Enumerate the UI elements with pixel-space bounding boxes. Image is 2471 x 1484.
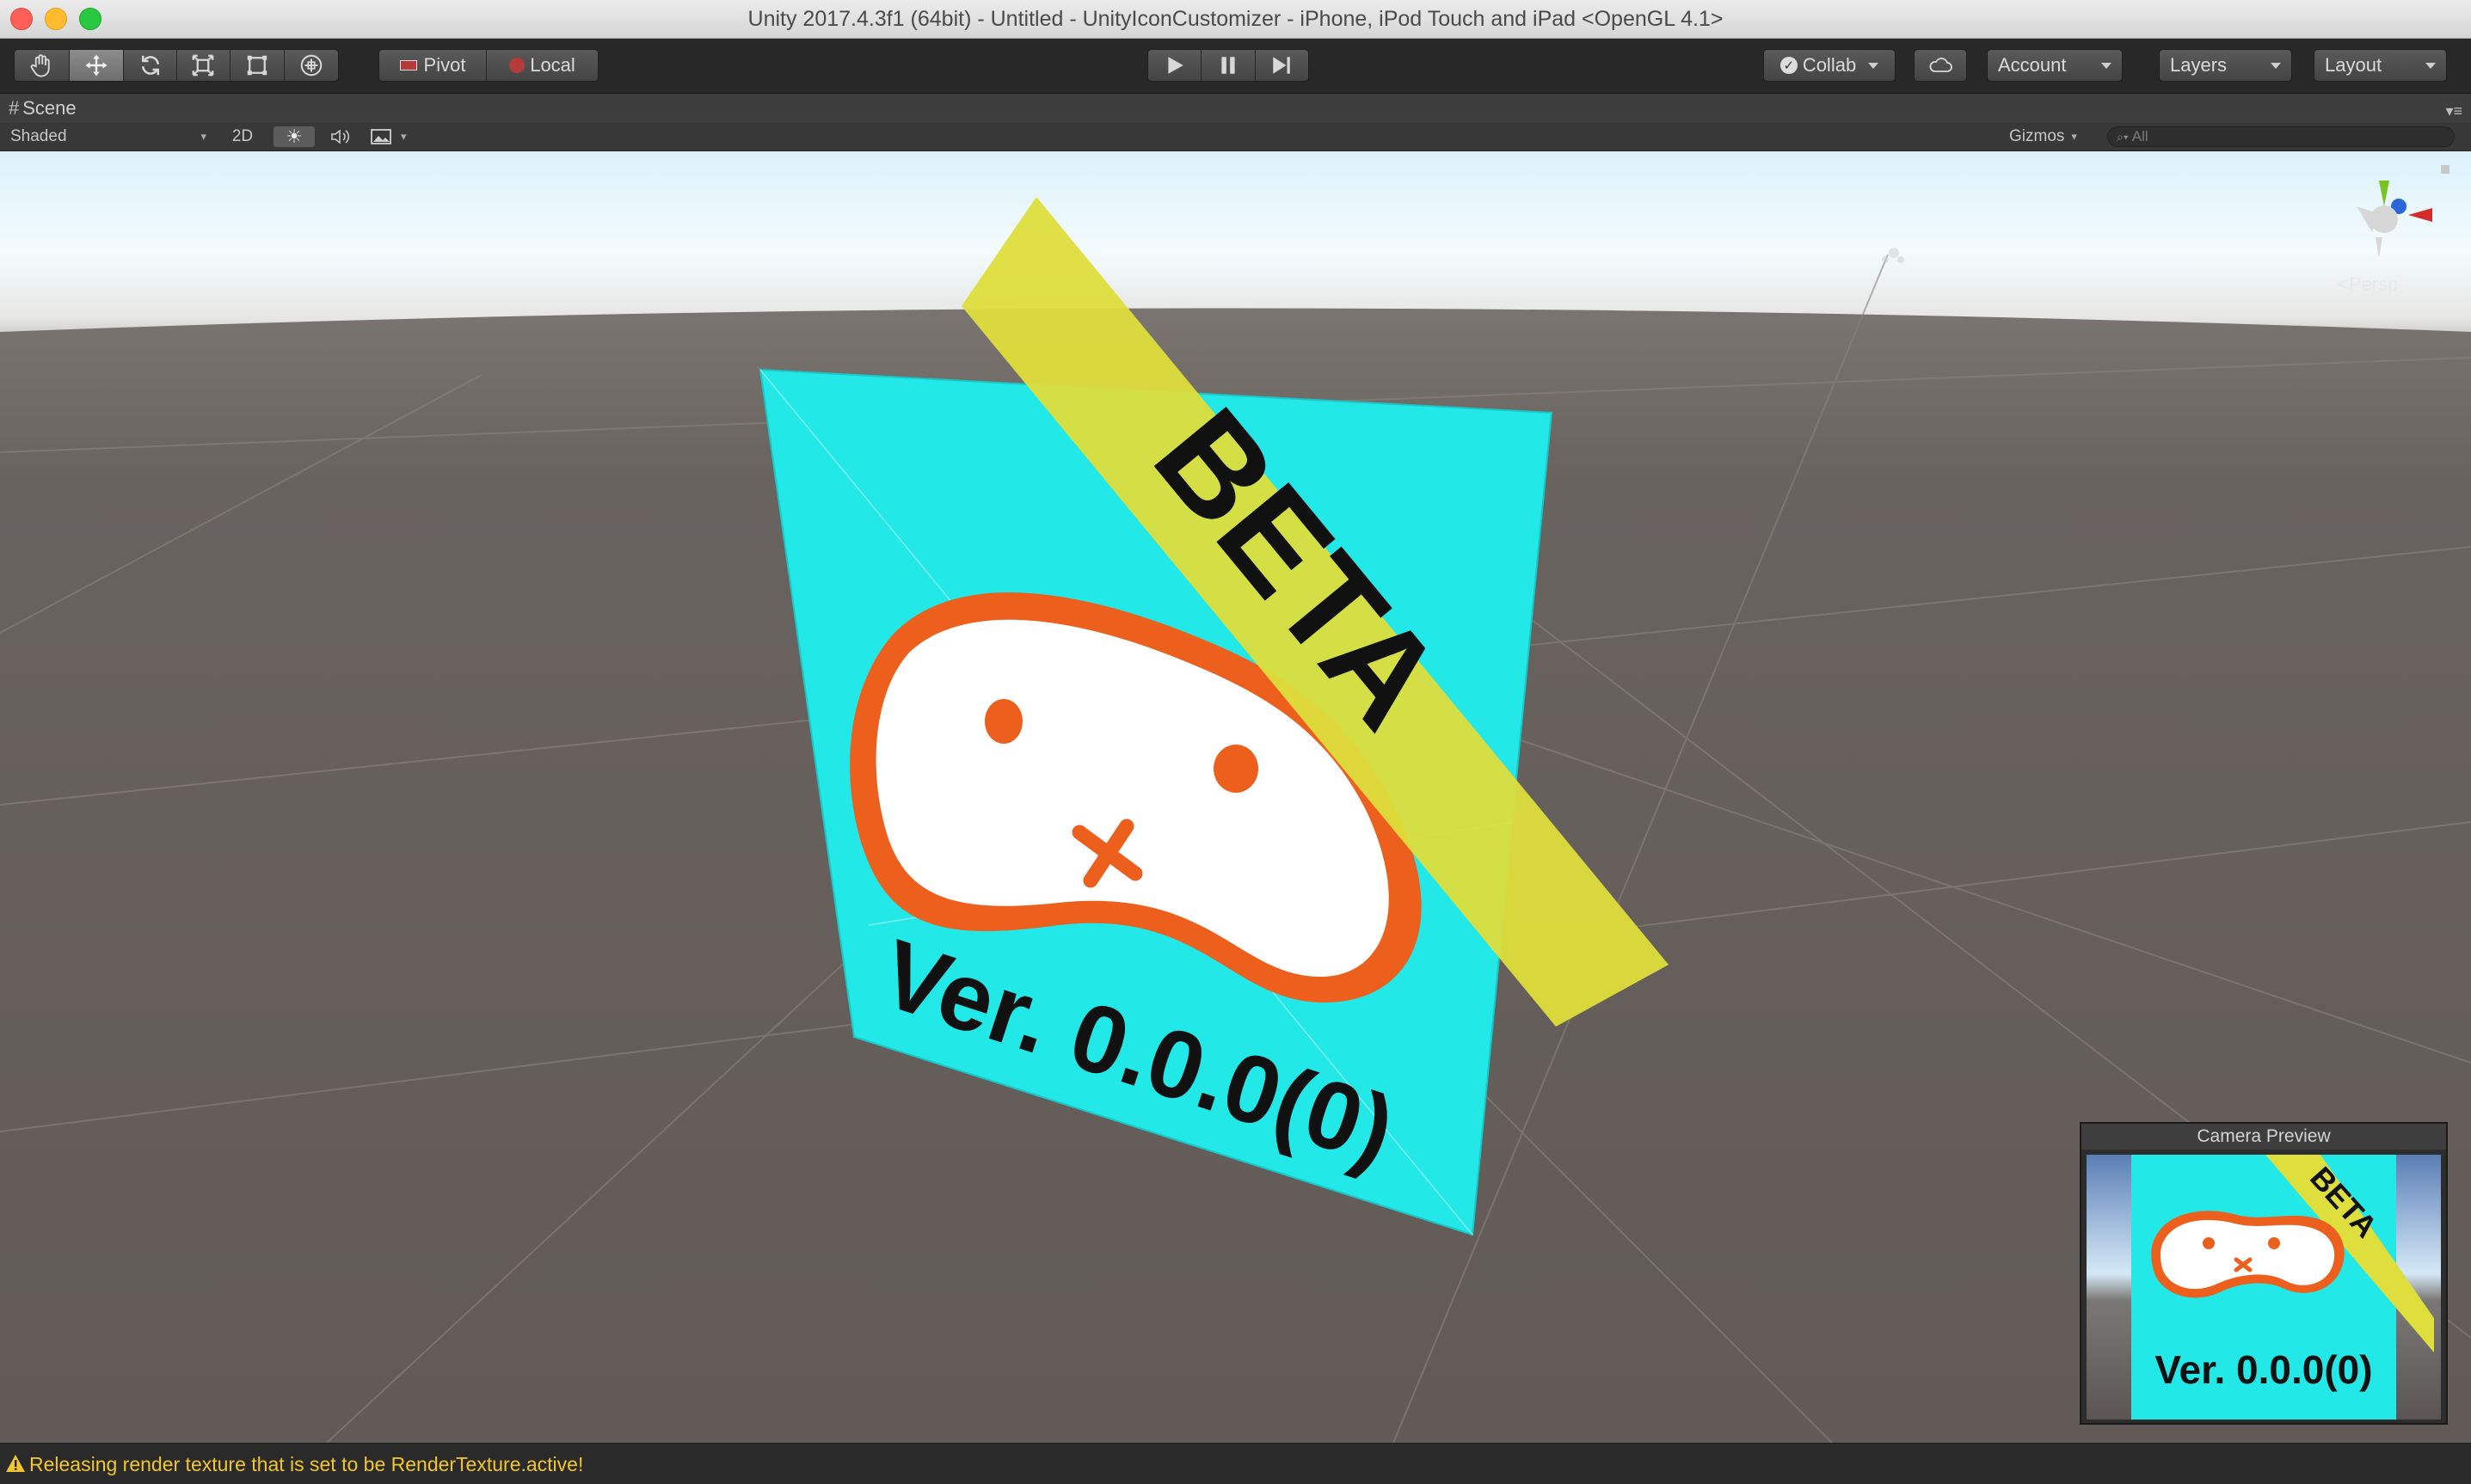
image-icon [371,129,391,144]
scene-options-bar: Shaded ▾ 2D ☀ ▾ Gizmos ▾ ⌕▾ All [0,123,2471,151]
status-bar[interactable]: Releasing render texture that is set to … [0,1443,2471,1484]
layers-label: Layers [2170,54,2228,76]
chevron-down-icon [2425,62,2436,69]
step-button[interactable] [1255,50,1308,81]
projection-label[interactable]: <Persp [2338,273,2398,296]
hand-icon [31,54,51,77]
pivot-label: Pivot [423,54,466,76]
collab-dropdown[interactable]: ✓ Collab [1763,49,1896,82]
layout-dropdown[interactable]: Layout [2314,49,2447,82]
main-toolbar: Pivot Local ✓ Collab Account Layers Layou… [0,39,2471,94]
tab-scene[interactable]: # Scene [9,97,77,120]
rect-icon [247,55,267,76]
grid-icon: # [9,97,20,119]
camera-preview-title: Camera Preview [2081,1124,2446,1150]
tab-scene-label: Scene [22,97,77,119]
search-input[interactable]: All [2132,128,2148,145]
scene-audio-toggle[interactable] [323,126,358,147]
move-tool-button[interactable] [69,50,125,81]
scale-tool-button[interactable] [176,50,231,81]
toggle-2d-button[interactable]: 2D [225,126,260,147]
chevron-down-icon [2271,62,2281,69]
rect-tool-button[interactable] [230,50,286,81]
mode-2d-label: 2D [231,127,254,145]
account-label: Account [1998,54,2067,76]
chevron-down-icon: ▾ [200,130,206,143]
move-icon [85,54,108,77]
scene-lighting-toggle[interactable]: ☀ [274,126,315,147]
transform-tools [14,49,339,82]
chevron-down-icon [2101,62,2111,69]
warning-icon [6,1455,25,1472]
chevron-down-icon [1868,62,1879,69]
panel-menu-icon[interactable]: ▾≡ [2445,102,2462,120]
scale-icon [192,54,214,77]
shading-mode-dropdown[interactable]: Shaded ▾ [10,126,206,147]
chevron-left-icon: < [2338,273,2349,295]
audio-icon [331,129,350,144]
pause-icon [1221,57,1235,74]
sun-icon: ☀ [286,126,303,147]
gizmos-label: Gizmos [2009,127,2065,145]
scene-gizmo-icon [2357,165,2449,258]
scene-effects-dropdown[interactable]: ▾ [370,126,421,147]
chevron-down-icon: ▾ [2071,130,2077,143]
local-button[interactable]: Local [487,50,598,81]
camera-preview-panel: Camera Preview BETA Ver. 0.0.0(0) [2080,1122,2448,1425]
scene-tab-bar: # Scene ▾≡ [0,94,2471,123]
layout-label: Layout [2325,54,2382,76]
window-title: Unity 2017.4.3f1 (64bit) - Untitled - Un… [747,7,1724,31]
playback-controls [1147,49,1309,82]
rotate-tool-button[interactable] [124,50,177,81]
pivot-icon [399,60,417,71]
collab-label: Collab [1802,54,1857,76]
pause-button[interactable] [1202,50,1256,81]
projection-text: Persp [2348,273,2399,295]
chevron-down-icon: ▾ [401,130,407,143]
hierarchy-search[interactable]: ⌕▾ All [2107,126,2455,147]
pivot-local-group: Pivot Local [378,49,599,82]
account-dropdown[interactable]: Account [1987,49,2123,82]
layers-dropdown[interactable]: Layers [2159,49,2292,82]
rotate-icon [141,55,159,76]
play-button[interactable] [1148,50,1202,81]
cloud-button[interactable] [1914,49,1967,82]
gizmos-dropdown[interactable]: Gizmos ▾ [2009,126,2092,147]
camera-preview-image: BETA Ver. 0.0.0(0) [2087,1155,2441,1420]
scene-gizmo[interactable]: <Persp [2322,163,2460,335]
check-icon: ✓ [1779,57,1798,74]
shading-mode-label: Shaded [10,127,67,145]
pivot-button[interactable]: Pivot [379,50,488,81]
transform-icon [300,54,323,77]
play-icon [1168,57,1183,74]
cloud-icon [1929,58,1952,72]
status-message: Releasing render texture that is set to … [29,1453,584,1475]
transform-tool-button[interactable] [285,50,338,81]
local-label: Local [530,54,575,76]
step-icon [1273,57,1291,74]
search-icon: ⌕▾ [2117,129,2129,144]
preview-version-text: Ver. 0.0.0(0) [2154,1347,2372,1392]
local-icon [509,58,526,73]
hand-tool-button[interactable] [15,50,70,81]
window-title-bar: Unity 2017.4.3f1 (64bit) - Untitled - Un… [0,0,2471,39]
